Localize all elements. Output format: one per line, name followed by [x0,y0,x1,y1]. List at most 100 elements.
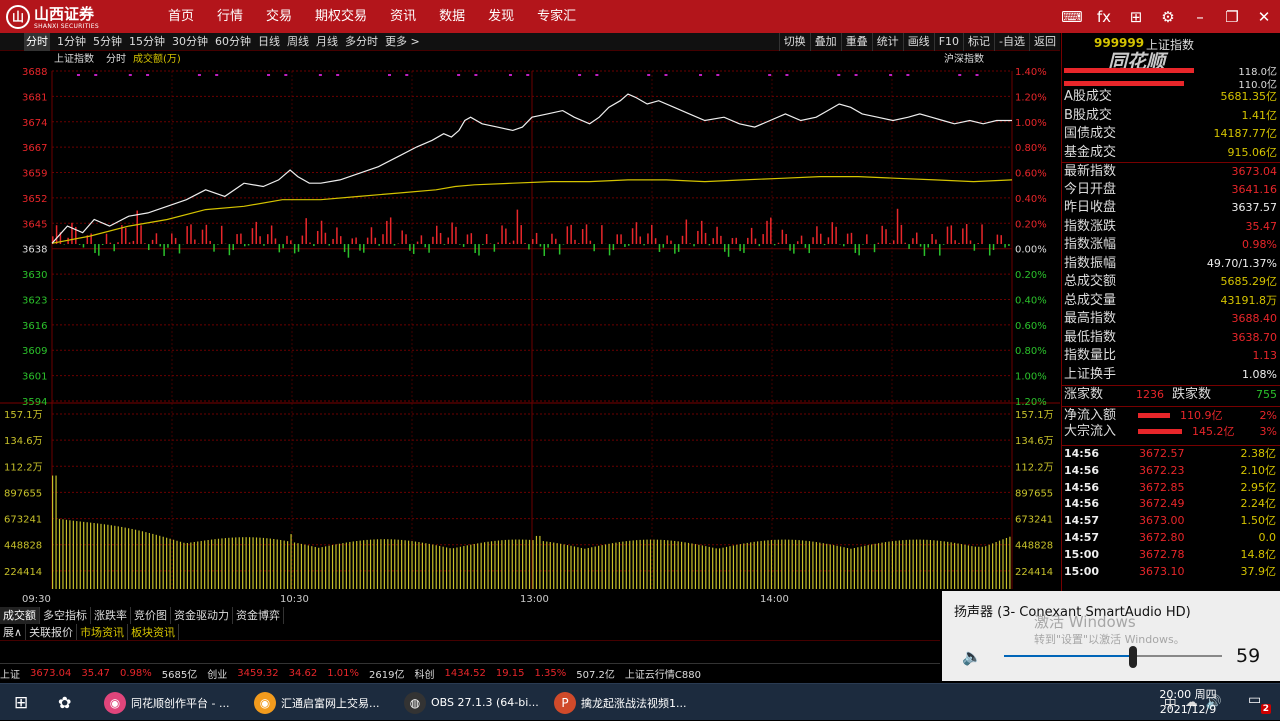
strength-bar [797,241,799,244]
tool-button[interactable]: F10 [934,33,963,51]
speaker-icon[interactable]: 🔈 [962,647,982,666]
nav-item[interactable]: 交易 [266,0,292,33]
stat-row: 最高指数3688.40 [1062,310,1280,328]
nav-item[interactable]: 数据 [439,0,465,33]
chart-compare-label[interactable]: 沪深指数 [944,54,984,66]
indicator-tab[interactable]: 资金博弈 [233,607,284,624]
strength-bar [728,244,730,257]
task-view-icon[interactable]: ✿ [58,687,71,718]
stat-label: 基金成交 [1064,144,1116,162]
volume-bar [646,540,647,589]
volume-bar [166,538,167,589]
strength-bar [651,225,653,244]
nav-item[interactable]: 专家汇 [537,0,576,33]
windows-start-icon[interactable]: ⊞ [14,687,28,718]
nav-item[interactable]: 期权交易 [315,0,367,33]
grid-icon[interactable]: ⊞ [1120,8,1152,26]
indicator-tab[interactable]: 多空指标 [40,607,91,624]
notification-icon[interactable]: ▭2 [1248,692,1268,712]
tool-button[interactable]: 切换 [779,33,810,51]
chart-index-name: 上证指数 [54,54,94,66]
strength-bar [547,244,549,248]
intraday-chart[interactable]: 3688368136743667365936523645363836303623… [0,51,1060,606]
strength-bar [847,234,849,244]
strength-bar [328,244,330,246]
period-tab[interactable]: 30分钟 [172,33,208,51]
period-tab[interactable]: 15分钟 [129,33,165,51]
nav-item[interactable]: 资讯 [390,0,416,33]
signal-marker [267,74,270,76]
clock[interactable]: 20:00 周四 2021/12/9 [1156,687,1220,717]
volume-bar [712,548,713,589]
signal-marker [578,74,581,76]
taskbar-app[interactable]: ◉汇通启富网上交易... [254,687,400,718]
info-tab[interactable]: 板块资讯 [128,624,179,640]
strength-bar [386,221,388,244]
volume-bar [733,545,734,589]
volume-bar [850,549,851,589]
volume-bar [705,546,706,589]
tick-list[interactable]: 14:563672.572.38亿14:563672.232.10亿14:563… [1062,445,1280,591]
period-tab[interactable]: 分时 [24,33,50,51]
info-tab[interactable]: 展∧ [0,624,26,640]
volume-bar [408,541,409,589]
period-tab[interactable]: 60分钟 [215,33,251,51]
period-tab[interactable]: 5分钟 [93,33,122,51]
tool-button[interactable]: 重叠 [841,33,872,51]
volume-bar [847,548,848,589]
signal-marker [906,74,909,76]
volume-bar [857,547,858,589]
period-tab[interactable]: 1分钟 [57,33,86,51]
up-count-label: 涨家数 [1064,386,1103,404]
tool-button[interactable]: 返回 [1029,33,1060,51]
strength-bar [129,242,131,244]
volume-slider[interactable] [1004,655,1222,657]
volume-bar [270,539,271,589]
period-tab[interactable]: 月线 [316,33,338,51]
activation-watermark: 激活 Windows [1034,611,1136,632]
volume-slider-thumb[interactable] [1129,646,1137,668]
info-tab[interactable]: 关联报价 [26,624,77,640]
indicator-tab[interactable]: 竞价图 [131,607,171,624]
volume-bar [722,548,723,589]
info-tab[interactable]: 市场资讯 [77,624,128,640]
gear-icon[interactable]: ⚙ [1152,8,1184,26]
tool-button[interactable]: 叠加 [810,33,841,51]
period-tab[interactable]: 更多 > [385,33,420,51]
stat-value: 1.41亿 [1242,107,1278,125]
period-tab[interactable]: 多分时 [345,33,378,51]
indicator-tab[interactable]: 资金驱动力 [171,607,233,624]
tool-button[interactable]: 画线 [903,33,934,51]
fx-icon[interactable]: fx [1088,8,1120,26]
close-icon[interactable]: ✕ [1248,8,1280,26]
taskbar-app[interactable]: ◍OBS 27.1.3 (64-bi... [404,687,550,718]
tool-button[interactable]: 标记 [963,33,994,51]
period-tab[interactable]: 周线 [287,33,309,51]
keyboard-icon[interactable]: ⌨ [1056,8,1088,26]
tool-button[interactable]: 统计 [872,33,903,51]
strength-bar [593,244,595,251]
breadth-row: 涨家数 1236 跌家数 755 [1062,385,1280,403]
indicator-tab[interactable]: 成交额 [0,607,40,624]
taskbar-app[interactable]: P擒龙起涨战法视频1... [554,687,700,718]
ticker-item: 科创 [414,666,434,681]
minimize-icon[interactable]: – [1184,8,1216,26]
strength-bar [897,209,899,244]
stat-label: 指数涨幅 [1064,236,1116,254]
taskbar-app[interactable]: ◉同花顺创作平台 - ... [104,687,250,718]
volume-bar [80,521,81,589]
indicator-tab[interactable]: 涨跌率 [91,607,131,624]
nav-item[interactable]: 行情 [217,0,243,33]
tick-price: 3672.23 [1139,463,1185,480]
volume-bar [290,534,291,589]
restore-icon[interactable]: ❐ [1216,8,1248,26]
volume-bar [864,546,865,589]
tool-button[interactable]: -自选 [994,33,1029,51]
volume-bar [211,540,212,589]
volume-bar [881,543,882,589]
tick-price: 3672.49 [1139,496,1185,513]
period-tab[interactable]: 日线 [258,33,280,51]
nav-item[interactable]: 首页 [168,0,194,33]
nav-item[interactable]: 发现 [488,0,514,33]
y-tick-right: 1.40% [1015,67,1047,78]
